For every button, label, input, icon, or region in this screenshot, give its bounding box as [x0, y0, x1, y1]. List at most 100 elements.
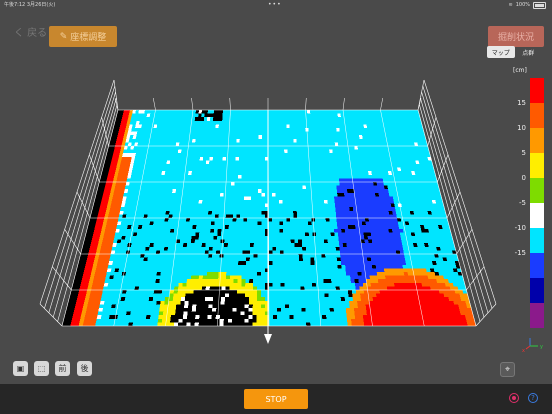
heightmap-cell — [177, 232, 182, 236]
heightmap-cell — [334, 171, 339, 175]
heightmap-cell — [253, 257, 258, 262]
heightmap-cell — [145, 243, 151, 247]
heightmap-cell — [94, 257, 99, 262]
heightmap-cell — [241, 171, 245, 175]
heightmap-cell — [272, 268, 277, 272]
heightmap-cell — [271, 167, 275, 172]
heightmap-cell — [214, 272, 219, 276]
heightmap-cell — [199, 189, 204, 193]
heightmap-cell — [243, 203, 248, 208]
heightmap-view[interactable]: x y — [0, 0, 552, 414]
heightmap-cell — [167, 225, 172, 229]
heightmap-cell — [383, 221, 388, 226]
heightmap-cell — [159, 203, 164, 208]
heightmap-cell — [240, 196, 245, 200]
heightmap-cell — [150, 236, 155, 240]
heightmap-cell — [249, 272, 254, 276]
heightmap-cell — [207, 113, 211, 118]
heightmap-cell — [123, 282, 128, 287]
heightmap-cell — [153, 268, 158, 272]
heightmap-cell — [312, 146, 317, 150]
heightmap-cell — [285, 196, 290, 200]
heightmap-cell — [206, 228, 211, 233]
heightmap-cell — [365, 156, 370, 161]
heightmap-cell — [359, 178, 363, 182]
heightmap-cell — [204, 113, 208, 118]
heightmap-cell — [137, 156, 142, 161]
heightmap-cell — [271, 196, 276, 200]
heightmap-cell — [381, 228, 386, 233]
heightmap-cell — [145, 185, 150, 190]
heightmap-cell — [362, 225, 367, 229]
heightmap-cell — [198, 232, 203, 236]
heightmap-cell — [222, 164, 226, 168]
heightmap-cell — [372, 268, 377, 272]
heightmap-cell — [369, 250, 374, 254]
heightmap-cell — [167, 174, 172, 179]
heightmap-cell — [233, 282, 238, 287]
heightmap-cell — [291, 261, 296, 265]
heightmap-cell — [219, 113, 223, 118]
heightmap-cell — [314, 167, 319, 172]
heightmap-cell — [298, 120, 302, 125]
heightmap-cell — [241, 264, 246, 269]
heightmap-cell — [165, 261, 170, 265]
heightmap-cell — [151, 232, 156, 236]
heightmap-cell — [230, 268, 235, 272]
heightmap-cell — [310, 264, 315, 269]
heightmap-cell — [318, 214, 323, 218]
heightmap-cell — [339, 131, 344, 136]
heightmap-cell — [129, 272, 134, 276]
heightmap-cell — [401, 282, 407, 287]
heightmap-cell — [329, 182, 333, 186]
heightmap-cell — [155, 207, 160, 211]
heightmap-cell — [196, 261, 201, 265]
heightmap-cell — [195, 113, 199, 118]
heightmap-cell — [144, 210, 149, 215]
heightmap-cell — [201, 250, 206, 254]
heightmap-cell — [112, 261, 117, 265]
heightmap-cell — [295, 120, 299, 125]
heightmap-cell — [161, 131, 166, 136]
heightmap-cell — [296, 214, 301, 218]
heightmap-cell — [243, 210, 248, 215]
heightmap-cell — [112, 279, 117, 283]
heightmap-cell — [370, 167, 375, 172]
heightmap-cell — [217, 228, 222, 233]
heightmap-cell — [351, 250, 356, 254]
heightmap-cell — [231, 246, 236, 251]
heightmap-cell — [345, 268, 350, 272]
heightmap-cell — [361, 153, 366, 157]
heightmap-cell — [367, 149, 372, 154]
heightmap-cell — [241, 167, 246, 172]
heightmap-cell — [286, 110, 290, 114]
heightmap-cell — [137, 210, 142, 215]
heightmap-cell — [251, 167, 256, 172]
heightmap-cell — [281, 149, 285, 154]
heightmap-cell — [408, 239, 413, 244]
heightmap-cell — [290, 138, 294, 143]
heightmap-cell — [114, 286, 120, 290]
heightmap-cell — [283, 225, 287, 229]
heightmap-cell — [355, 257, 360, 262]
heightmap-cell — [313, 120, 318, 125]
heightmap-cell — [381, 279, 387, 283]
heightmap-cell — [272, 254, 277, 258]
heightmap-cell — [377, 232, 383, 236]
heightmap-cell — [252, 124, 256, 128]
heightmap-cell — [163, 221, 168, 226]
heightmap-cell — [389, 279, 394, 283]
heightmap-cell — [214, 225, 218, 229]
heightmap-cell — [316, 113, 320, 118]
heightmap-cell — [298, 254, 303, 258]
heightmap-cell — [210, 189, 214, 193]
heightmap-cell — [248, 171, 252, 175]
heightmap-cell — [318, 272, 323, 276]
heightmap-cell — [182, 246, 187, 251]
heightmap-cell — [162, 110, 166, 114]
heightmap-cell — [179, 214, 184, 218]
heightmap-cell — [210, 279, 215, 283]
heightmap-cell — [163, 120, 168, 125]
heightmap-cell — [216, 192, 221, 197]
heightmap-cell — [219, 160, 223, 164]
